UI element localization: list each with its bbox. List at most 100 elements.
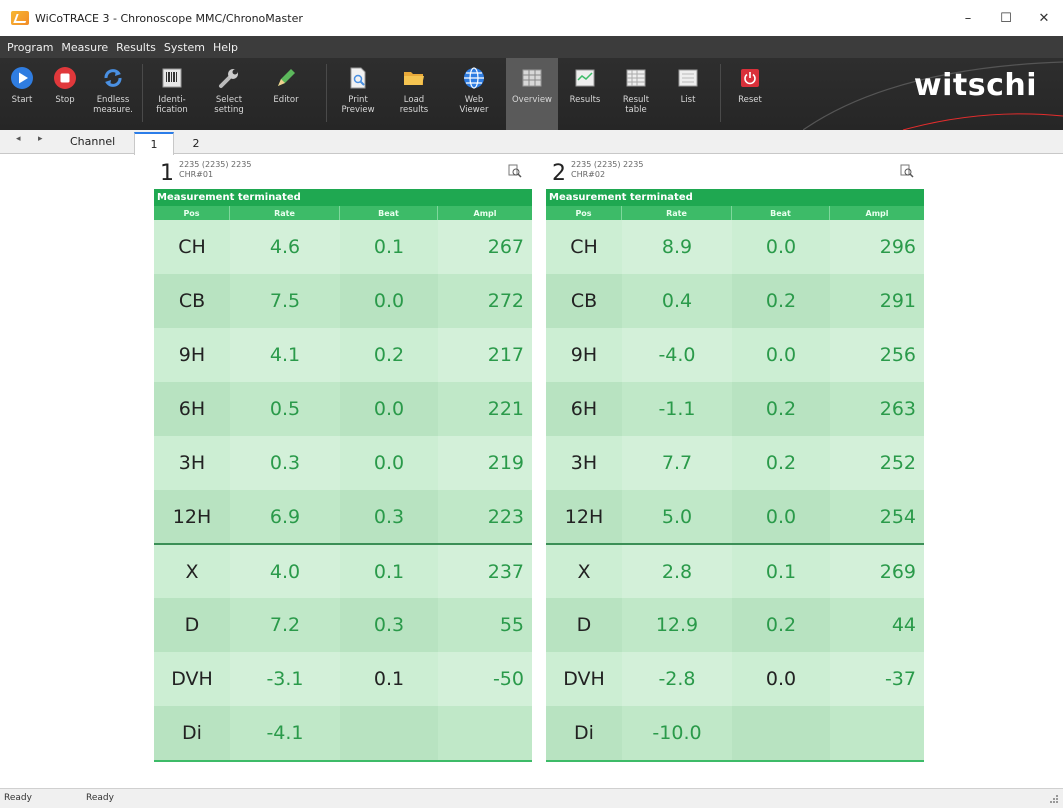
toolbar-separator bbox=[720, 64, 721, 122]
toolbar-separator bbox=[326, 64, 327, 122]
select-setting-button[interactable]: Select setting bbox=[200, 58, 258, 130]
resize-grip-icon[interactable] bbox=[1049, 794, 1059, 804]
pencil-icon bbox=[273, 65, 299, 91]
cell-ampl: 272 bbox=[438, 274, 532, 328]
tab-scroll-right-icon[interactable]: ▸ bbox=[38, 134, 43, 144]
cell-ampl: 219 bbox=[438, 436, 532, 490]
tab-channel-1[interactable]: 1 bbox=[134, 132, 174, 155]
editor-button[interactable]: Editor bbox=[258, 58, 314, 130]
cell-rate: 7.5 bbox=[230, 274, 340, 328]
list-icon bbox=[675, 65, 701, 91]
column-headers: Pos Rate Beat Ampl bbox=[546, 206, 924, 220]
cell-ampl: 217 bbox=[438, 328, 532, 382]
header-pos: Pos bbox=[546, 206, 622, 220]
stop-button[interactable]: Stop bbox=[44, 58, 86, 130]
print-preview-icon bbox=[345, 65, 371, 91]
results-button[interactable]: Results bbox=[560, 58, 610, 130]
panel-number: 2 bbox=[552, 161, 566, 186]
table-row: 3H 0.3 0.0 219 bbox=[154, 436, 532, 490]
load-results-label: Load results bbox=[399, 95, 429, 115]
cell-ampl: -37 bbox=[830, 652, 924, 706]
start-button[interactable]: Start bbox=[0, 58, 44, 130]
tab-scroll-left-icon[interactable]: ◂ bbox=[16, 134, 21, 144]
cell-rate: 8.9 bbox=[622, 220, 732, 274]
cell-ampl: -50 bbox=[438, 652, 532, 706]
zoom-icon[interactable] bbox=[508, 164, 522, 178]
cell-rate: -3.1 bbox=[230, 652, 340, 706]
table-row: CB 0.4 0.2 291 bbox=[546, 274, 924, 328]
barcode-icon bbox=[159, 65, 185, 91]
header-rate: Rate bbox=[622, 206, 732, 220]
table-row: 12H 5.0 0.0 254 bbox=[546, 490, 924, 544]
cell-ampl: 223 bbox=[438, 490, 532, 544]
cell-rate: -10.0 bbox=[622, 706, 732, 760]
table-row: X 4.0 0.1 237 bbox=[154, 543, 532, 598]
menu-measure[interactable]: Measure bbox=[57, 41, 112, 54]
cell-rate: 5.0 bbox=[622, 490, 732, 544]
cell-rate: 4.6 bbox=[230, 220, 340, 274]
print-preview-button[interactable]: Print Preview bbox=[330, 58, 386, 130]
cell-rate: -4.1 bbox=[230, 706, 340, 760]
folder-icon bbox=[401, 65, 427, 91]
play-icon bbox=[9, 65, 35, 91]
cell-rate: 7.7 bbox=[622, 436, 732, 490]
cell-rate: 4.1 bbox=[230, 328, 340, 382]
minimize-button[interactable]: – bbox=[949, 0, 987, 36]
header-rate: Rate bbox=[230, 206, 340, 220]
endless-measure-button[interactable]: Endless measure. bbox=[86, 58, 140, 130]
identification-button[interactable]: Identi- fication bbox=[144, 58, 200, 130]
cell-beat: 0.2 bbox=[732, 274, 830, 328]
menu-program[interactable]: Program bbox=[3, 41, 57, 54]
window-title: WiCoTRACE 3 - Chronoscope MMC/ChronoMast… bbox=[35, 11, 303, 25]
web-viewer-button[interactable]: Web Viewer bbox=[442, 58, 506, 130]
cell-pos: DVH bbox=[154, 652, 230, 706]
header-beat: Beat bbox=[732, 206, 830, 220]
cell-rate: 2.8 bbox=[622, 543, 732, 598]
cell-ampl: 237 bbox=[438, 543, 532, 598]
header-pos: Pos bbox=[154, 206, 230, 220]
list-button[interactable]: List bbox=[662, 58, 714, 130]
load-results-button[interactable]: Load results bbox=[386, 58, 442, 130]
results-table: CH 4.6 0.1 267 CB 7.5 0.0 272 9H 4.1 0.2 217 6H 0.… bbox=[154, 220, 532, 760]
overview-button[interactable]: Overview bbox=[506, 58, 558, 130]
cell-beat: 0.1 bbox=[732, 543, 830, 598]
panel-info-device: CHR#02 bbox=[571, 170, 606, 179]
status-bar: Ready Ready bbox=[0, 788, 1063, 808]
maximize-button[interactable]: ☐ bbox=[987, 0, 1025, 36]
menu-system[interactable]: System bbox=[160, 41, 209, 54]
cell-ampl: 296 bbox=[830, 220, 924, 274]
globe-icon bbox=[461, 65, 487, 91]
cell-pos: Di bbox=[154, 706, 230, 760]
cell-ampl: 44 bbox=[830, 598, 924, 652]
cell-pos: CH bbox=[154, 220, 230, 274]
cell-rate: -1.1 bbox=[622, 382, 732, 436]
result-table-button[interactable]: Result table bbox=[610, 58, 662, 130]
cell-beat: 0.2 bbox=[732, 598, 830, 652]
menu-results[interactable]: Results bbox=[112, 41, 160, 54]
identification-label: Identi- fication bbox=[156, 95, 188, 115]
reset-button[interactable]: Reset bbox=[724, 58, 776, 130]
list-label: List bbox=[680, 95, 696, 105]
channel-label: Channel bbox=[70, 135, 116, 148]
cell-rate: 4.0 bbox=[230, 543, 340, 598]
cell-beat: 0.0 bbox=[732, 490, 830, 544]
cell-beat: 0.0 bbox=[732, 328, 830, 382]
table-row: Di -4.1 bbox=[154, 706, 532, 760]
close-button[interactable]: ✕ bbox=[1025, 0, 1063, 36]
cell-ampl: 269 bbox=[830, 543, 924, 598]
table-row: D 7.2 0.3 55 bbox=[154, 598, 532, 652]
panel-info-counts: 2235 (2235) 2235 bbox=[179, 160, 252, 169]
cell-rate: 0.5 bbox=[230, 382, 340, 436]
select-setting-label: Select setting bbox=[214, 95, 244, 115]
tab-channel-2[interactable]: 2 bbox=[176, 132, 216, 154]
cell-beat: 0.2 bbox=[340, 328, 438, 382]
toolbar-separator bbox=[142, 64, 143, 122]
channel-panel-1: 1 2235 (2235) 2235 CHR#01 Measurement te… bbox=[154, 155, 532, 762]
menu-help[interactable]: Help bbox=[209, 41, 242, 54]
header-ampl: Ampl bbox=[865, 208, 889, 218]
zoom-icon[interactable] bbox=[900, 164, 914, 178]
table-row: 12H 6.9 0.3 223 bbox=[154, 490, 532, 544]
cell-pos: 3H bbox=[154, 436, 230, 490]
cell-beat: 0.0 bbox=[732, 652, 830, 706]
witschi-logo: witschi bbox=[913, 68, 1037, 103]
